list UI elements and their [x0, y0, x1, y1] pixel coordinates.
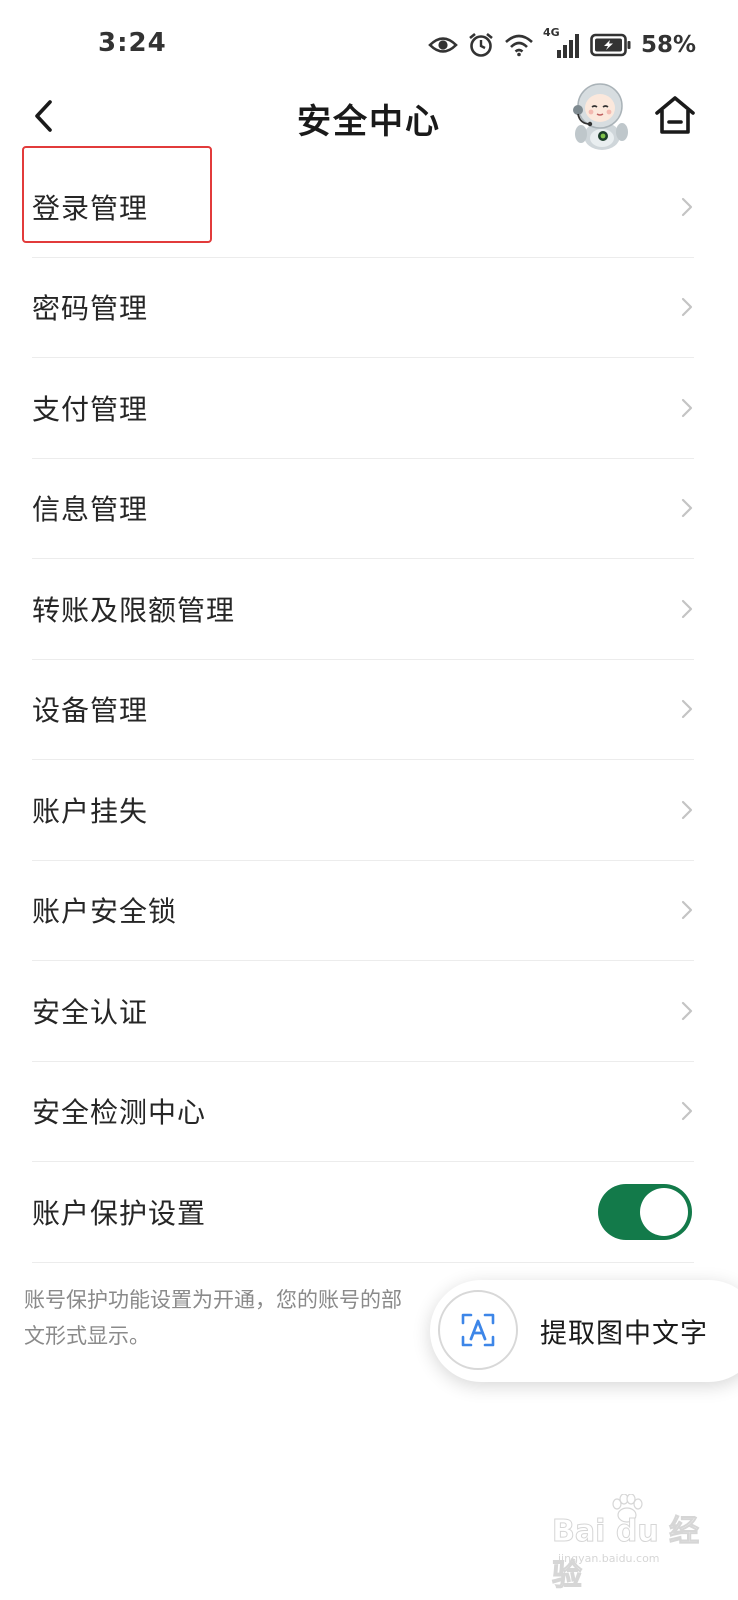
- menu-item-login-management[interactable]: 登录管理: [32, 157, 694, 258]
- menu-item-account-loss-report[interactable]: 账户挂失: [32, 760, 694, 861]
- chevron-right-icon: [681, 1001, 693, 1020]
- menu-item-label: 账户安全锁: [32, 895, 178, 929]
- home-icon: [655, 96, 695, 134]
- header-bar: 安全中心: [0, 83, 738, 150]
- chevron-right-icon: [681, 1102, 693, 1121]
- protection-footnote: 账号保护功能设置为开通，您的账号的部 文形式显示。: [24, 1282, 424, 1354]
- menu-item-security-check-center[interactable]: 安全检测中心: [32, 1062, 694, 1162]
- chevron-right-icon: [681, 197, 693, 216]
- battery-percent: 58%: [640, 32, 696, 58]
- footnote-line-1: 账号保护功能设置为开通，您的账号的部: [24, 1288, 402, 1312]
- menu-item-security-authentication[interactable]: 安全认证: [32, 961, 694, 1062]
- account-protection-toggle[interactable]: [598, 1183, 692, 1240]
- chevron-right-icon: [681, 398, 693, 417]
- wifi-icon: [504, 33, 534, 57]
- baidu-jingyan-watermark: Bai du 经验 jingyan.baidu.com: [552, 1494, 702, 1594]
- alarm-icon: [467, 31, 495, 59]
- menu-item-label: 设备管理: [32, 694, 149, 728]
- chevron-right-icon: [681, 700, 693, 719]
- menu-item-label: 安全检测中心: [32, 1096, 207, 1130]
- menu-item-info-management[interactable]: 信息管理: [32, 459, 694, 559]
- menu-item-label: 账户挂失: [32, 794, 149, 828]
- chevron-right-icon: [681, 499, 693, 518]
- menu-item-password-management[interactable]: 密码管理: [32, 258, 694, 358]
- extract-text-button[interactable]: 提取图中文字: [430, 1280, 738, 1382]
- security-menu-list: 登录管理 密码管理 支付管理 信息管理 转账及限额管理 设备管理 账户挂失 账户…: [32, 157, 694, 1263]
- menu-item-transfer-limit-management[interactable]: 转账及限额管理: [32, 559, 694, 660]
- menu-item-device-management[interactable]: 设备管理: [32, 660, 694, 760]
- menu-item-label: 支付管理: [32, 392, 149, 426]
- menu-item-label: 账户保护设置: [32, 1196, 207, 1230]
- menu-item-label: 安全认证: [32, 995, 149, 1029]
- toggle-knob: [640, 1187, 688, 1236]
- status-bar: 3:24 4G 58%: [0, 0, 738, 90]
- home-button[interactable]: [652, 92, 698, 138]
- chevron-right-icon: [681, 599, 693, 618]
- watermark-url: jingyan.baidu.com: [558, 1552, 660, 1565]
- menu-item-payment-management[interactable]: 支付管理: [32, 358, 694, 459]
- battery-charging-icon: [590, 33, 632, 57]
- eye-icon: [428, 34, 458, 56]
- watermark-brand: Bai du 经验: [552, 1514, 700, 1594]
- menu-item-label: 信息管理: [32, 493, 149, 527]
- menu-item-label: 登录管理: [32, 191, 149, 225]
- menu-item-account-security-lock[interactable]: 账户安全锁: [32, 861, 694, 961]
- text-recognition-icon: [438, 1290, 518, 1370]
- status-icons: 4G 58%: [428, 26, 696, 62]
- status-time: 3:24: [98, 28, 167, 58]
- footnote-line-2: 文形式显示。: [24, 1324, 150, 1348]
- chevron-right-icon: [681, 901, 693, 920]
- signal-icon: 4G: [543, 26, 581, 60]
- menu-item-label: 转账及限额管理: [32, 593, 236, 627]
- chevron-right-icon: [681, 298, 693, 317]
- menu-item-label: 密码管理: [32, 292, 149, 326]
- astronaut-mascot-icon[interactable]: [566, 80, 634, 152]
- chevron-right-icon: [681, 800, 693, 819]
- extract-text-label: 提取图中文字: [540, 1318, 708, 1350]
- menu-item-account-protection-settings: 账户保护设置: [32, 1162, 694, 1263]
